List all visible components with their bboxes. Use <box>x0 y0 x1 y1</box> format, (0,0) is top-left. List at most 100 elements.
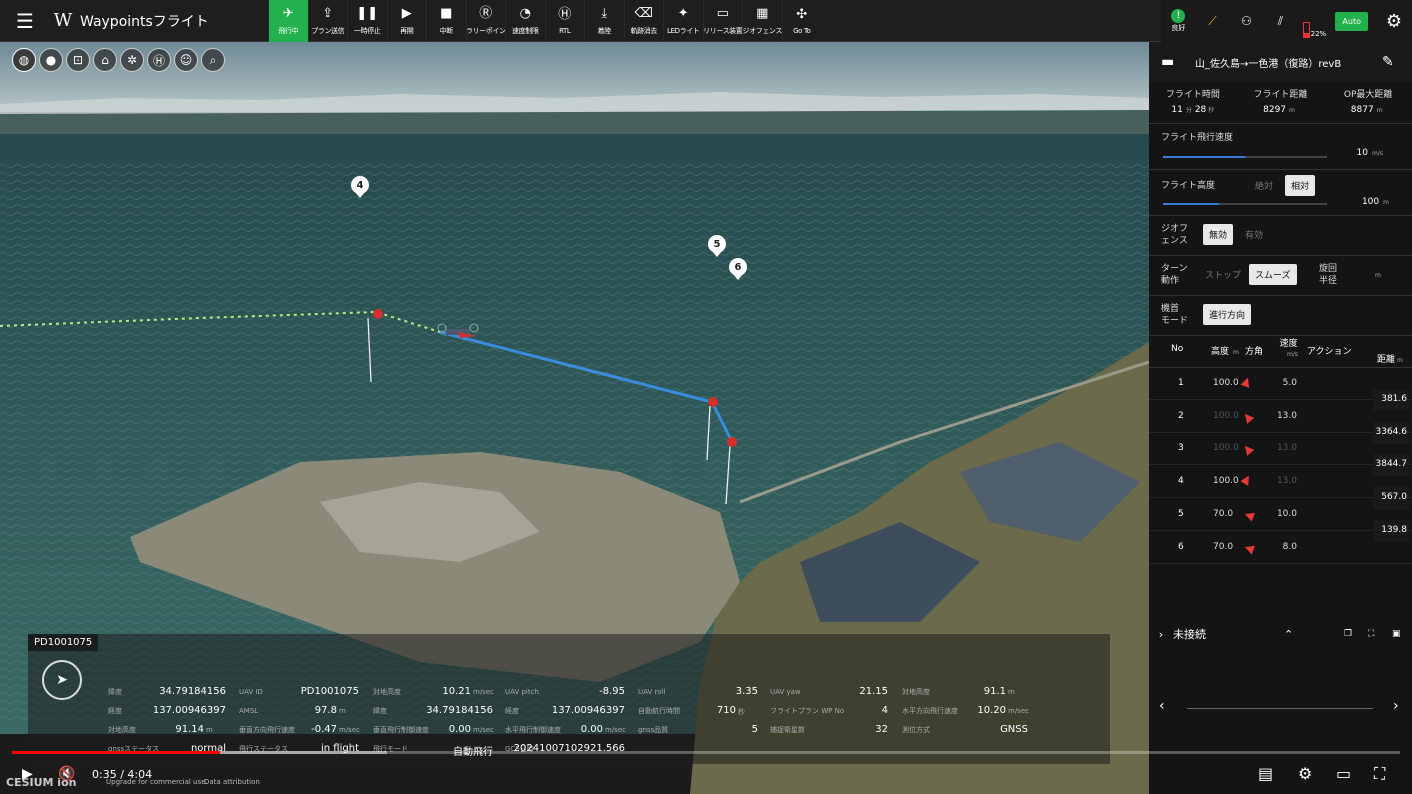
col-distance-label: 距離 <box>1377 355 1396 365</box>
drone-link-icon[interactable]: ⚇ <box>1229 0 1263 42</box>
toolbar-button-label: 一時停止 <box>354 26 381 35</box>
expand-chevron-icon[interactable]: › <box>1149 628 1173 641</box>
miniplayer-icon[interactable]: ▭ <box>1336 764 1351 783</box>
battery-status[interactable]: 22% <box>1297 0 1331 42</box>
rotor-icon[interactable]: ✲ <box>120 48 144 72</box>
toolbar-button-upload[interactable]: ⇪ プラン送信 <box>307 0 348 42</box>
telemetry-key: 経度 <box>505 707 519 715</box>
pip-panel-icon[interactable]: ▣ <box>1392 629 1412 639</box>
collapse-up-icon[interactable]: ⌃ <box>1284 628 1344 641</box>
waypoint-pin-5[interactable]: 5 <box>708 235 726 257</box>
telemetry-key: 測位方式 <box>902 726 930 734</box>
geofence-off-option[interactable]: 無効 <box>1203 224 1234 245</box>
folder-icon[interactable]: ▬ <box>1161 54 1195 70</box>
toolbar-button-release-device[interactable]: ▭ リリース装置 <box>702 0 743 42</box>
geofence-on-option[interactable]: 有効 <box>1239 224 1269 245</box>
telemetry-value: GNSS <box>1000 724 1028 735</box>
altitude-relative-option[interactable]: 相対 <box>1285 175 1316 196</box>
toolbar-button-rally-point[interactable]: Ⓡ ラリーポイン <box>465 0 506 42</box>
compass-icon: ➤ <box>42 660 82 700</box>
waypoint-table-header: No 高度 m 方角 速度 m/s アクション 距離 m <box>1149 334 1412 368</box>
telemetry-cell: 垂直方向飛行速度 -0.47 m/sec <box>239 724 367 735</box>
waypoint-pin-4[interactable]: 4 <box>351 176 369 198</box>
next-chevron-icon[interactable]: › <box>1393 698 1399 714</box>
heading-arrow-icon: ▲ <box>1240 373 1254 390</box>
plan-stat-value: 11 分 28 秒 <box>1149 105 1237 115</box>
turn-smooth-option[interactable]: スムーズ <box>1249 264 1297 285</box>
video-progress-bar[interactable] <box>12 751 1400 754</box>
connection-status: 未接続 <box>1173 628 1206 641</box>
telemetry-key: 垂直方向飛行速度 <box>239 726 295 734</box>
altitude-absolute-option[interactable]: 絶対 <box>1249 175 1279 196</box>
health-status[interactable]: ! 良好 <box>1161 0 1195 42</box>
plan-stat-unit: m <box>1289 107 1295 114</box>
telemetry-value: 34.79184156 <box>159 686 226 697</box>
speed-slider[interactable] <box>1163 156 1327 158</box>
clear-track-icon: ⌫ <box>634 5 653 21</box>
frame-icon[interactable]: ⊡ <box>66 48 90 72</box>
prev-chevron-icon[interactable]: ‹ <box>1159 698 1165 714</box>
toolbar-button-stop[interactable]: ■ 中断 <box>426 0 466 42</box>
video-settings-icon[interactable]: ⚙ <box>1298 764 1312 783</box>
telemetry-cell: フライトプラン WP No 4 <box>770 705 896 716</box>
person-icon[interactable]: ☺ <box>174 48 198 72</box>
toolbar-button-speed-limit[interactable]: ◔ 速度制限 <box>505 0 545 42</box>
telemetry-unit: m/sec <box>473 688 494 696</box>
toolbar-button-label: 軌跡消去 <box>630 26 658 35</box>
toolbar-button-pause[interactable]: ❚❚ 一時停止 <box>347 0 387 42</box>
auto-mode-button[interactable]: Auto <box>1335 11 1368 31</box>
waypoint-distance: 139.8 <box>1373 519 1409 542</box>
geofence-icon: ▦ <box>756 5 769 21</box>
turn-stop-option[interactable]: ストップ <box>1199 264 1247 285</box>
waypoint-marker-red-3[interactable] <box>727 437 737 447</box>
waypoint-pin-6[interactable]: 6 <box>729 258 747 280</box>
led-light-icon: ✦ <box>677 5 689 21</box>
toolbar-button-land[interactable]: ⤓ 着陸 <box>584 0 624 42</box>
plan-stat: OP最大距離 8877 m <box>1324 82 1412 123</box>
plan-stat-value: 8877 m <box>1324 105 1412 115</box>
toolbar-button-label: ラリーポイン <box>465 26 506 35</box>
toolbar-button-rtl[interactable]: Ⓗ RTL <box>544 0 585 42</box>
drone-view-icon[interactable]: ⌂ <box>93 48 117 72</box>
data-attribution-link[interactable]: Data attribution <box>204 778 260 786</box>
altitude-slider[interactable] <box>1163 203 1327 205</box>
fullscreen-icon[interactable]: ⛶ <box>1374 764 1385 784</box>
waypoint-marker-red-2[interactable] <box>708 397 718 407</box>
toolbar-button-goto[interactable]: ✣ Go To <box>781 0 822 42</box>
toolbar-button-led-light[interactable]: ✦ LEDライト <box>663 0 703 42</box>
search-icon[interactable]: ⌕ <box>201 48 225 72</box>
heading-direction-option[interactable]: 進行方向 <box>1203 304 1252 325</box>
pause-icon: ❚❚ <box>356 5 379 21</box>
settings-gear-icon[interactable]: ⚙ <box>1376 0 1412 42</box>
heading-label: 機首 モード <box>1161 303 1188 327</box>
toolbar-button-clear-track[interactable]: ⌫ 軌跡消去 <box>623 0 664 42</box>
status-area: ! 良好 ⟋ ⚇ ⫽ 22% Auto ⚙ <box>1161 0 1412 42</box>
3d-map-view[interactable]: ◍ ● ⊡ ⌂ ✲ Ⓗ ☺ ⌕ 4 5 6 PD1001075 ➤ 緯度 34.7… <box>0 42 1149 794</box>
toolbar-button-drone[interactable]: ✈ 飛行中 <box>268 0 308 42</box>
waypoint-no: 4 <box>1178 476 1184 487</box>
toolbar-button-play[interactable]: ▶ 再開 <box>386 0 427 42</box>
toolbar-button-label: プラン送信 <box>311 26 345 35</box>
land-icon: ⤓ <box>601 5 608 21</box>
edit-pencil-icon[interactable]: ✎ <box>1382 54 1412 70</box>
hamburger-menu-icon[interactable]: ☰ <box>0 0 50 42</box>
map-tool-buttons: ◍ ● ⊡ ⌂ ✲ Ⓗ ☺ ⌕ <box>12 48 225 72</box>
altitude-number: 100 <box>1361 197 1380 207</box>
subtitles-icon[interactable]: ▤ <box>1258 764 1273 783</box>
telemetry-value: 3.35 <box>735 686 758 697</box>
terrain-icon[interactable]: ● <box>39 48 63 72</box>
telemetry-value: 4 <box>881 705 888 716</box>
controller-signal-icon[interactable]: ⫽ <box>1263 0 1297 42</box>
geofence-setting: ジオフ ェンス 無効 有効 <box>1149 216 1412 256</box>
fullscreen-panel-icon[interactable]: ⛶ <box>1368 629 1392 639</box>
telemetry-value: 137.00946397 <box>152 705 226 716</box>
telemetry-unit: m <box>206 726 213 734</box>
globe-icon[interactable]: ◍ <box>12 48 36 72</box>
home-point-icon[interactable]: Ⓗ <box>147 48 171 72</box>
signal-strength-icon[interactable]: ⟋ <box>1195 0 1229 42</box>
window-icon[interactable]: ❐ <box>1344 629 1368 639</box>
col-speed-unit: m/s <box>1287 351 1298 358</box>
toolbar-button-geofence[interactable]: ▦ ジオフェンス <box>742 0 782 42</box>
telemetry-cell: UAV yaw 21.15 <box>770 686 896 697</box>
waypoint-marker-red-1[interactable] <box>373 309 383 319</box>
